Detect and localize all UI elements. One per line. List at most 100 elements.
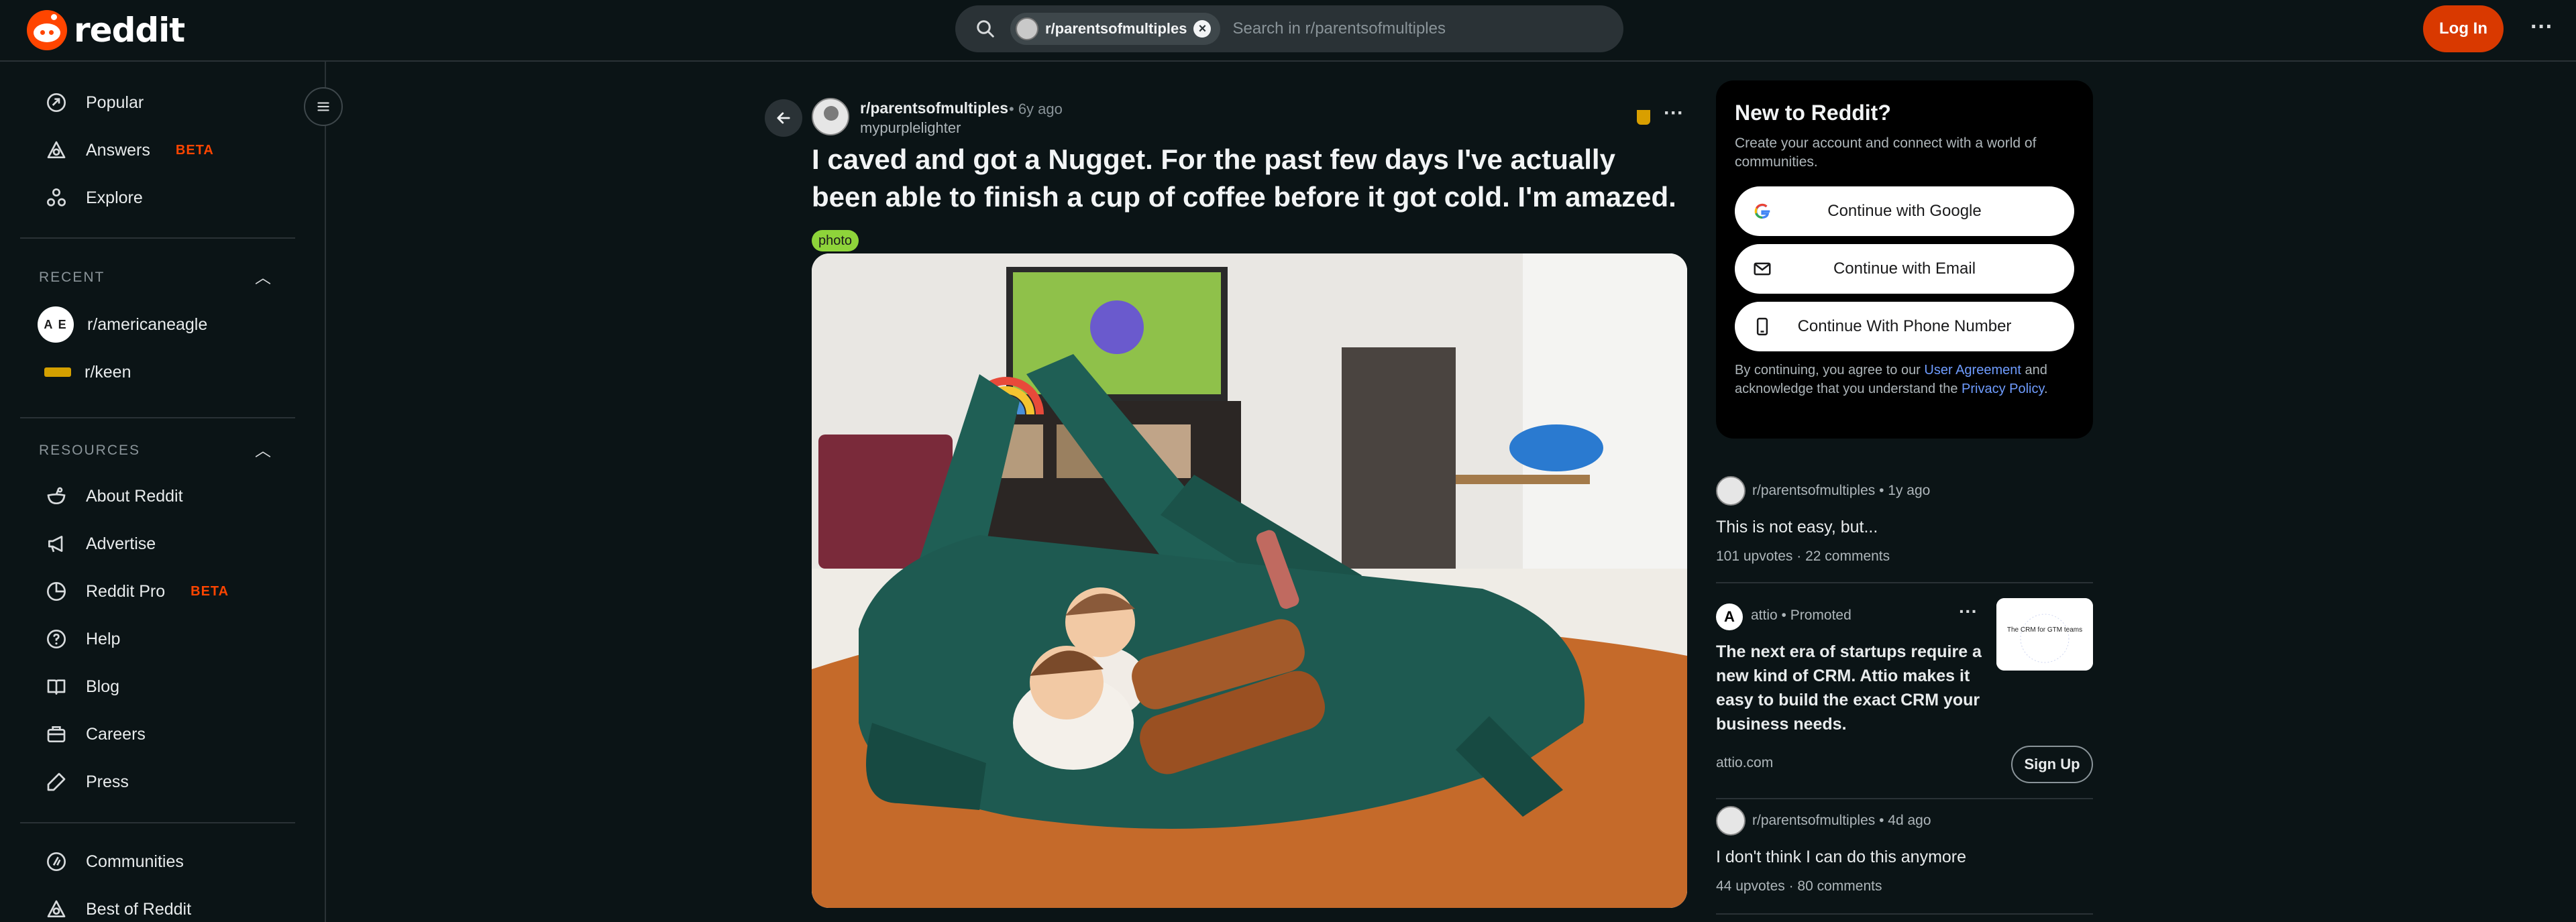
subreddit-avatar (1716, 806, 1746, 835)
attio-logo-icon[interactable]: A (1716, 603, 1743, 630)
ad-thumbnail[interactable]: The CRM for GTM teams (1996, 598, 2093, 671)
sidebar-item-label: Advertise (86, 534, 156, 553)
sidebar-item-communities[interactable]: Communities (20, 841, 295, 882)
sidebar-item-advertise[interactable]: Advertise (20, 523, 295, 565)
sidebar-item-popular[interactable]: Popular (20, 82, 295, 123)
related-post[interactable]: r/parentsofmultiples • 1y ago This is no… (1716, 476, 2093, 570)
related-post-subreddit[interactable]: r/parentsofmultiples • 1y ago (1752, 483, 1930, 499)
related-post-time: • 4d ago (1879, 813, 1931, 828)
post-subreddit-link[interactable]: r/parentsofmultiples (860, 99, 1008, 117)
left-sidebar: Popular Answers BETA Explore RECENT ︿ A … (0, 62, 326, 922)
briefcase-icon (44, 722, 68, 746)
search-input[interactable] (1232, 19, 1623, 38)
top-header: reddit r/parentsofmultiples × Log In ··· (0, 0, 2576, 62)
snoo-icon (27, 10, 67, 50)
chip-label: r/parentsofmultiples (1045, 20, 1187, 37)
ad-thumbnail-caption: The CRM for GTM teams (2007, 626, 2082, 634)
post-image[interactable] (812, 253, 1687, 908)
sidebar-item-press[interactable]: Press (20, 761, 295, 803)
chevron-up-icon[interactable]: ︿ (255, 264, 271, 288)
help-icon (44, 627, 68, 651)
sidebar-item-americaneagle[interactable]: A E r/americaneagle (20, 304, 295, 345)
feed-divider (1716, 913, 2093, 915)
sidebar-item-label: Explore (86, 188, 143, 207)
continue-google-button[interactable]: Continue with Google (1735, 186, 2074, 236)
continue-phone-button[interactable]: Continue With Phone Number (1735, 302, 2074, 351)
sidebar-item-keen[interactable]: r/keen (20, 351, 295, 393)
signup-subtitle: Create your account and connect with a w… (1735, 135, 2037, 170)
beta-badge: BETA (191, 583, 229, 599)
sidebar-item-answers[interactable]: Answers BETA (20, 129, 295, 171)
award-icon[interactable] (1637, 110, 1650, 125)
sidebar-divider (20, 237, 295, 239)
privacy-policy-link[interactable]: Privacy Policy (1962, 382, 2044, 396)
sidebar-item-reddit-pro[interactable]: Reddit Pro BETA (20, 571, 295, 612)
sidebar-item-about-reddit[interactable]: About Reddit (20, 475, 295, 517)
sidebar-item-label: Popular (86, 93, 144, 112)
sidebar-item-best-of-reddit[interactable]: Best of Reddit (20, 888, 295, 922)
sidebar-item-explore[interactable]: Explore (20, 177, 295, 219)
sidebar-item-label: About Reddit (86, 486, 183, 506)
explore-icon (44, 186, 68, 210)
back-button[interactable] (765, 99, 802, 137)
logo-text: reddit (74, 11, 185, 50)
sidebar-item-help[interactable]: Help (20, 618, 295, 660)
feed-divider (1716, 582, 2093, 583)
legal-suffix: . (2044, 382, 2048, 396)
ad-signup-button[interactable]: Sign Up (2011, 746, 2093, 783)
related-post-subreddit[interactable]: r/parentsofmultiples • 4d ago (1752, 813, 1931, 829)
keen-logo-icon (44, 367, 71, 377)
answers-icon (44, 138, 68, 162)
related-post[interactable]: r/parentsofmultiples • 4d ago I don't th… (1716, 806, 2093, 900)
signup-title: New to Reddit? (1735, 101, 1891, 125)
sidebar-item-label: Communities (86, 852, 184, 871)
post-flair[interactable]: photo (812, 230, 859, 251)
related-post-meta: 44 upvotes · 80 comments (1716, 878, 1882, 894)
popular-icon (44, 91, 68, 115)
search-bar[interactable]: r/parentsofmultiples × (955, 5, 1623, 52)
continue-phone-label: Continue With Phone Number (1797, 317, 2012, 335)
related-post-title[interactable]: I don't think I can do this anymore (1716, 848, 1966, 867)
collapse-sidebar-button[interactable] (304, 87, 343, 126)
subreddit-avatar (1716, 476, 1746, 506)
sidebar-item-label: Answers (86, 140, 150, 160)
phone-icon (1752, 316, 1772, 337)
related-post-time: • 1y ago (1879, 483, 1931, 498)
post-author-link[interactable]: mypurplelighter (860, 119, 961, 137)
post-title: I caved and got a Nugget. For the past f… (812, 143, 1676, 213)
continue-email-button[interactable]: Continue with Email (1735, 244, 2074, 294)
ad-more-options-icon[interactable]: ··· (1959, 601, 1978, 622)
sidebar-item-blog[interactable]: Blog (20, 666, 295, 707)
ad-text[interactable]: The next era of startups require a new k… (1716, 640, 1984, 736)
sidebar-item-label: Careers (86, 724, 146, 744)
ad-brand[interactable]: attio • Promoted (1751, 608, 1851, 624)
reddit-logo[interactable]: reddit (27, 8, 185, 52)
more-options-icon[interactable]: ··· (2525, 12, 2559, 46)
sidebar-item-label: r/keen (85, 362, 131, 382)
login-button[interactable]: Log In (2423, 5, 2504, 52)
subreddit-search-chip[interactable]: r/parentsofmultiples × (1010, 13, 1221, 45)
subreddit-avatar[interactable] (812, 98, 849, 135)
about-icon (44, 484, 68, 508)
legal-prefix: By continuing, you agree to our (1735, 363, 1925, 378)
sidebar-item-careers[interactable]: Careers (20, 713, 295, 755)
beta-badge: BETA (175, 142, 214, 158)
related-post-meta: 101 upvotes · 22 comments (1716, 549, 1890, 564)
book-icon (44, 675, 68, 699)
arrow-left-icon (777, 112, 790, 124)
chevron-up-icon[interactable]: ︿ (255, 437, 271, 461)
ad-domain-link[interactable]: attio.com (1716, 755, 1773, 771)
continue-google-label: Continue with Google (1827, 202, 1982, 220)
post-more-options-icon[interactable]: ··· (1664, 102, 1684, 125)
user-agreement-link[interactable]: User Agreement (1924, 363, 2021, 378)
ad-thumbnail-graphic: The CRM for GTM teams (1996, 598, 2093, 671)
continue-email-label: Continue with Email (1833, 260, 1976, 278)
sidebar-item-label: Best of Reddit (86, 899, 192, 919)
megaphone-icon (44, 532, 68, 556)
signup-card: New to Reddit? Create your account and c… (1716, 80, 2093, 439)
search-icon (977, 20, 994, 38)
clear-chip-icon[interactable]: × (1193, 20, 1212, 38)
related-post-title[interactable]: This is not easy, but... (1716, 518, 1878, 537)
sidebar-item-label: Help (86, 629, 121, 648)
resources-section-title: RESOURCES (39, 443, 141, 458)
